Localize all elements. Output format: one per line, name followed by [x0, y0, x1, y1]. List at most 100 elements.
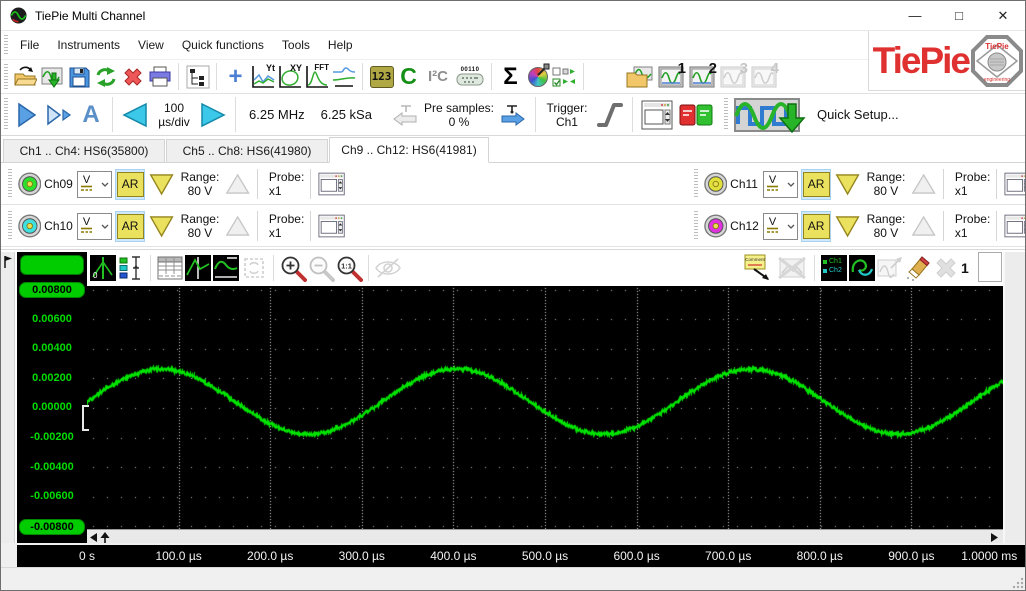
add-yt-graph-button[interactable]: Yt	[249, 63, 276, 90]
trigger-dialog-button[interactable]	[638, 97, 676, 133]
graph-right-scrollarea[interactable]	[1003, 252, 1026, 543]
range-increase-button[interactable]	[911, 212, 936, 240]
presamples-value[interactable]: Pre samples: 0 %	[422, 101, 496, 129]
drag-handle[interactable]	[694, 211, 698, 241]
menu-view[interactable]: View	[129, 33, 173, 57]
time-axis[interactable]: 0 s100.0 µs200.0 µs300.0 µs400.0 µs500.0…	[17, 545, 1026, 568]
i2c-analyzer-button[interactable]: I²C	[422, 63, 454, 90]
toolbar-grip[interactable]	[4, 98, 8, 131]
range-increase-button[interactable]	[225, 170, 250, 198]
hide-trace-button[interactable]	[374, 254, 402, 282]
value-table-button[interactable]	[156, 254, 184, 282]
open-button[interactable]	[11, 63, 38, 90]
plot-area[interactable]	[87, 286, 1003, 529]
tab-ch9-ch12[interactable]: Ch9 .. Ch12: HS6(41981)	[329, 137, 489, 163]
range-decrease-button[interactable]	[148, 169, 175, 199]
setfile-1-button[interactable]: 1	[655, 63, 686, 90]
color-scheme-button[interactable]	[524, 63, 551, 90]
start-button[interactable]	[11, 98, 43, 132]
graph-left-splitter[interactable]	[1, 252, 15, 543]
coupling-select[interactable]: V	[77, 171, 112, 198]
graph-mode-button[interactable]	[184, 254, 212, 282]
quick-setup-label[interactable]: Quick Setup...	[817, 107, 899, 122]
remove-image-button[interactable]	[775, 254, 809, 282]
refresh-button[interactable]	[92, 63, 119, 90]
open-setfile-button[interactable]	[624, 63, 655, 90]
range-decrease-button[interactable]	[834, 211, 861, 241]
select-region-button[interactable]	[240, 254, 268, 282]
can-analyzer-button[interactable]: C	[395, 63, 422, 90]
timebase-decrease-button[interactable]	[118, 98, 152, 132]
autorange-button[interactable]: AR	[115, 169, 145, 200]
horizontal-scroll-strip[interactable]	[87, 529, 1003, 543]
close-button[interactable]: ✕	[981, 1, 1025, 30]
range-increase-button[interactable]	[911, 170, 936, 198]
axis-header[interactable]	[17, 252, 87, 286]
tab-ch1-ch4[interactable]: Ch1 .. Ch4: HS6(35800)	[3, 139, 165, 163]
channel-toggle-button[interactable]	[676, 97, 716, 133]
timebase-value[interactable]: 100 µs/div	[152, 101, 196, 129]
drag-handle[interactable]	[8, 169, 12, 199]
object-tree-button[interactable]	[184, 63, 211, 90]
range-decrease-button[interactable]	[148, 211, 175, 241]
menu-help[interactable]: Help	[319, 33, 362, 57]
channel-settings-button[interactable]	[318, 171, 345, 197]
toolbar-grip[interactable]	[4, 35, 8, 55]
coupling-select[interactable]: V	[763, 171, 798, 198]
setfile-2-button[interactable]: 2	[686, 63, 717, 90]
quick-setup-button[interactable]	[731, 95, 817, 135]
process-list-button[interactable]	[551, 63, 578, 90]
delete-button[interactable]	[119, 63, 146, 90]
legend-button[interactable]: Ch1 Ch2	[820, 254, 848, 282]
trigger-source[interactable]: Trigger: Ch1	[541, 101, 593, 129]
toolbar-grip[interactable]	[724, 98, 728, 131]
save-button[interactable]	[65, 63, 92, 90]
zoom-reset-button[interactable]: 1:1	[335, 254, 363, 282]
channel-settings-button[interactable]	[1004, 171, 1026, 197]
maximize-button[interactable]: □	[937, 1, 981, 30]
eraser-button[interactable]	[904, 254, 932, 282]
setfile-4-button[interactable]: 4	[748, 63, 779, 90]
autorange-button[interactable]: AR	[801, 211, 831, 242]
clear-markers-button[interactable]	[932, 254, 960, 282]
range-increase-button[interactable]	[225, 212, 250, 240]
trigger-level-marker[interactable]	[81, 404, 91, 432]
timebase-increase-button[interactable]	[196, 98, 230, 132]
record-length-value[interactable]: 6.25 kSa	[321, 107, 372, 122]
pan-left-icon[interactable]	[89, 532, 115, 543]
y-axis[interactable]: 0.008000.006000.004000.002000.00000-0.00…	[17, 286, 87, 543]
setfile-3-button[interactable]: 3	[717, 63, 748, 90]
serial-analyzer-button[interactable]: 00110	[454, 63, 486, 90]
channel-connector-icon[interactable]	[18, 171, 42, 197]
add-object-button[interactable]: +	[222, 63, 249, 90]
title-bar[interactable]: TiePie Multi Channel — □ ✕	[1, 1, 1025, 31]
presamples-increase-button[interactable]	[496, 98, 530, 132]
trace-style-button[interactable]	[848, 254, 876, 282]
zoom-in-button[interactable]	[279, 254, 307, 282]
channel-connector-icon[interactable]	[704, 213, 728, 239]
drag-handle[interactable]	[694, 169, 698, 199]
autorange-button[interactable]: AR	[115, 211, 145, 242]
add-fft-graph-button[interactable]: FFT	[303, 63, 330, 90]
menu-file[interactable]: File	[11, 33, 48, 57]
axis-zero-button[interactable]: 0	[89, 254, 117, 282]
export-graph-button[interactable]	[876, 254, 904, 282]
add-measure-graph-button[interactable]	[330, 63, 357, 90]
pan-right-icon[interactable]	[989, 532, 999, 543]
envelope-mode-button[interactable]	[212, 254, 240, 282]
trigger-edge-button[interactable]	[593, 98, 627, 132]
coupling-select[interactable]: V	[77, 213, 112, 240]
oneshot-button[interactable]	[43, 98, 75, 132]
autorange-button[interactable]: AR	[801, 169, 831, 200]
channel-offsets-button[interactable]	[117, 254, 145, 282]
menu-tools[interactable]: Tools	[273, 33, 319, 57]
comment-tool-button[interactable]: Comment	[743, 254, 775, 282]
zoom-out-button[interactable]	[307, 254, 335, 282]
presamples-decrease-button[interactable]	[388, 98, 422, 132]
add-xy-graph-button[interactable]: XY	[276, 63, 303, 90]
sample-rate-value[interactable]: 6.25 MHz	[249, 107, 305, 122]
channel-settings-button[interactable]	[318, 213, 345, 239]
add-meter-button[interactable]: 123	[368, 63, 395, 90]
resize-grip[interactable]	[1011, 576, 1025, 590]
toolbar-grip[interactable]	[4, 64, 8, 89]
